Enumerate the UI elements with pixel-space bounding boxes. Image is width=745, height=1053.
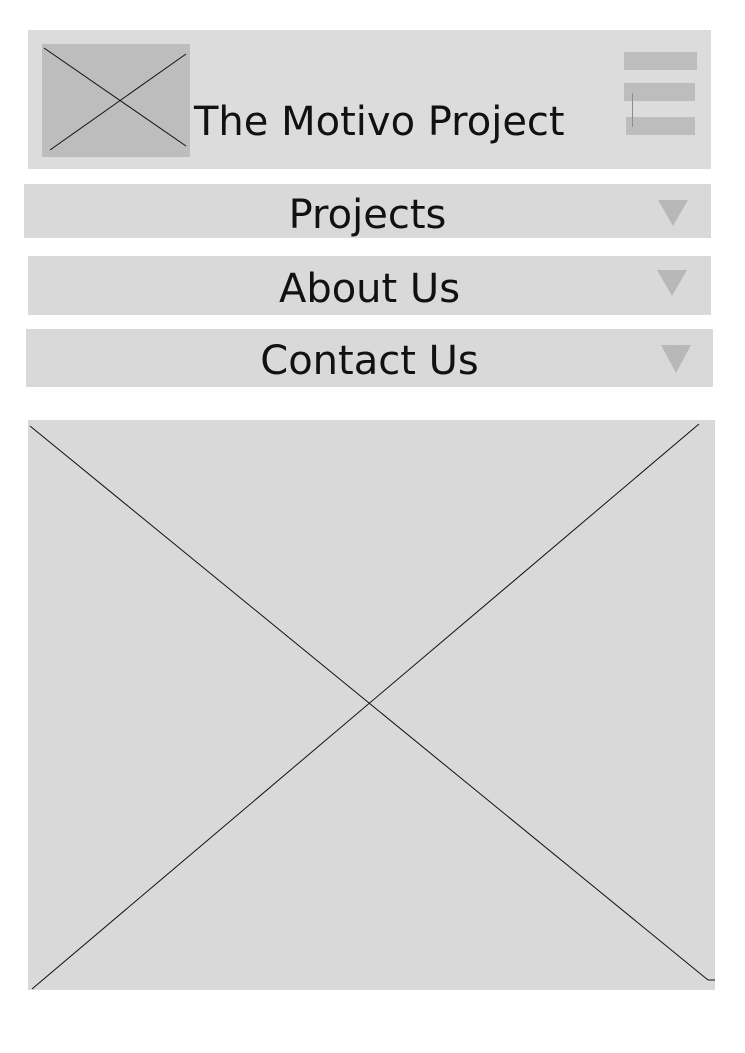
site-header: The Motivo Project bbox=[28, 30, 711, 169]
chevron-down-icon bbox=[661, 345, 691, 373]
chevron-down-icon bbox=[657, 270, 687, 296]
menu-bar bbox=[624, 52, 697, 70]
site-title: The Motivo Project bbox=[194, 99, 565, 145]
nav-item-contact-us[interactable]: Contact Us bbox=[26, 329, 713, 387]
nav-item-label: About Us bbox=[278, 266, 461, 312]
nav-item-label: Projects bbox=[288, 192, 447, 238]
hero-image-placeholder-icon bbox=[28, 420, 715, 990]
chevron-down-icon bbox=[658, 200, 688, 226]
menu-divider bbox=[632, 93, 633, 127]
nav-item-about-us[interactable]: About Us bbox=[28, 256, 711, 315]
menu-bar bbox=[624, 83, 695, 101]
nav-item-projects[interactable]: Projects bbox=[24, 184, 711, 238]
hamburger-menu-icon[interactable] bbox=[622, 52, 698, 135]
menu-bar bbox=[626, 117, 695, 135]
logo-placeholder-icon[interactable] bbox=[42, 44, 190, 157]
nav-item-label: Contact Us bbox=[260, 338, 479, 384]
